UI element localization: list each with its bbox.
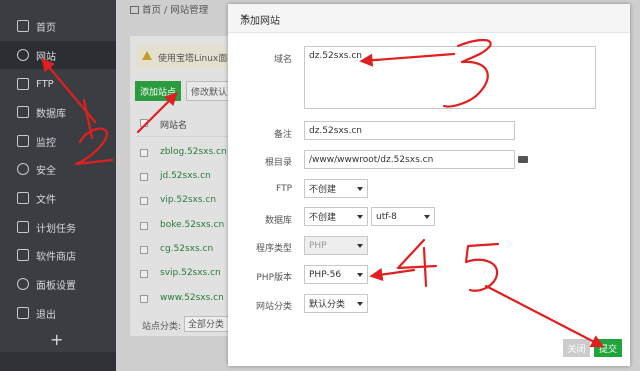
sidebar-add-button[interactable]: + bbox=[50, 330, 63, 349]
site-link[interactable]: zblog.52sxs.cn bbox=[160, 147, 227, 157]
chevron-down-icon bbox=[357, 243, 363, 248]
sidebar-item-website[interactable]: 网站 bbox=[0, 41, 116, 69]
breadcrumb: 首页 / 网站管理 bbox=[130, 2, 208, 16]
clock-icon bbox=[17, 221, 29, 233]
ftp-select[interactable]: 不创建 bbox=[304, 179, 368, 198]
row-checkbox[interactable] bbox=[140, 149, 148, 157]
sidebar-item-ftp[interactable]: FTP bbox=[0, 70, 116, 98]
chevron-down-icon bbox=[357, 214, 363, 219]
column-header-site-name[interactable]: 网站名 bbox=[160, 118, 187, 131]
row-checkbox[interactable] bbox=[140, 173, 148, 181]
row-divider bbox=[136, 136, 230, 137]
breadcrumb-separator: / bbox=[164, 5, 168, 16]
sidebar-item-label: 网站 bbox=[36, 51, 56, 63]
sidebar-item-monitor[interactable]: 监控 bbox=[0, 127, 116, 155]
category-filter-label: 站点分类: bbox=[142, 322, 182, 332]
close-button[interactable]: 关闭 bbox=[563, 339, 590, 357]
sidebar-item-cron[interactable]: 计划任务 bbox=[0, 213, 116, 241]
home-icon bbox=[17, 20, 29, 32]
chevron-down-icon bbox=[357, 301, 363, 306]
globe-icon bbox=[17, 49, 29, 61]
sidebar: 首页 网站 FTP 数据库 监控 安全 文件 计划任务 软件商店 面板设置 退出… bbox=[0, 0, 116, 371]
site-link[interactable]: jd.52sxs.cn bbox=[160, 171, 211, 181]
category-filter-select[interactable]: 全部分类 bbox=[184, 316, 230, 332]
folder-icon bbox=[17, 192, 29, 204]
sidebar-item-label: 监控 bbox=[36, 137, 56, 149]
site-link[interactable]: svip.52sxs.cn bbox=[160, 268, 221, 278]
add-site-button[interactable]: 添加站点 bbox=[135, 81, 181, 101]
charset-select-value: utf-8 bbox=[376, 211, 397, 222]
store-icon bbox=[17, 249, 29, 261]
folder-open-icon[interactable] bbox=[518, 156, 528, 163]
site-link[interactable]: cg.52sxs.cn bbox=[160, 244, 213, 254]
program-type-label: 程序类型 bbox=[255, 244, 292, 254]
database-label: 数据库 bbox=[264, 216, 292, 226]
row-checkbox[interactable] bbox=[140, 295, 148, 303]
row-checkbox[interactable] bbox=[140, 222, 148, 230]
dialog-title-bar: 添加网站 × bbox=[228, 4, 630, 33]
modify-default-page-button[interactable]: 修改默认页 bbox=[186, 81, 230, 101]
chevron-down-icon bbox=[357, 186, 363, 191]
sidebar-item-label: 首页 bbox=[36, 22, 56, 34]
sidebar-footer bbox=[0, 352, 116, 371]
sidebar-item-home[interactable]: 首页 bbox=[0, 12, 116, 40]
sidebar-item-logout[interactable]: 退出 bbox=[0, 299, 116, 327]
remark-label: 备注 bbox=[273, 130, 292, 140]
sidebar-item-label: FTP bbox=[36, 78, 54, 90]
sidebar-item-store[interactable]: 软件商店 bbox=[0, 241, 116, 269]
site-link[interactable]: vip.52sxs.cn bbox=[160, 195, 216, 205]
ftp-label: FTP bbox=[276, 184, 292, 194]
php-version-select[interactable]: PHP-56 bbox=[304, 265, 368, 284]
sidebar-item-database[interactable]: 数据库 bbox=[0, 98, 116, 126]
site-link[interactable]: boke.52sxs.cn bbox=[160, 220, 224, 230]
ftp-icon bbox=[17, 78, 29, 90]
shield-icon bbox=[17, 163, 29, 175]
sidebar-item-label: 安全 bbox=[36, 165, 56, 177]
php-version-label: PHP版本 bbox=[256, 273, 292, 283]
warning-text: 使用宝塔Linux面板创 bbox=[158, 54, 230, 64]
ftp-select-value: 不创建 bbox=[309, 185, 337, 195]
root-dir-input[interactable]: /www/wwwroot/dz.52sxs.cn bbox=[304, 150, 515, 169]
sidebar-item-files[interactable]: 文件 bbox=[0, 184, 116, 212]
logout-icon bbox=[17, 307, 29, 319]
site-link[interactable]: www.52sxs.cn bbox=[160, 293, 224, 303]
submit-button[interactable]: 提交 bbox=[594, 339, 622, 357]
row-checkbox[interactable] bbox=[140, 197, 148, 205]
breadcrumb-current: 网站管理 bbox=[170, 5, 209, 16]
database-select[interactable]: 不创建 bbox=[304, 207, 368, 226]
site-category-value: 默认分类 bbox=[309, 300, 346, 310]
select-all-checkbox[interactable] bbox=[140, 119, 148, 127]
site-category-select[interactable]: 默认分类 bbox=[304, 294, 368, 313]
domain-label: 域名 bbox=[273, 55, 292, 65]
breadcrumb-home[interactable]: 首页 bbox=[142, 5, 161, 16]
database-icon bbox=[17, 106, 29, 118]
site-category-label: 网站分类 bbox=[255, 302, 292, 312]
php-version-value: PHP-56 bbox=[309, 269, 342, 280]
settings-icon bbox=[17, 278, 29, 290]
sidebar-item-label: 退出 bbox=[36, 309, 56, 321]
database-select-value: 不创建 bbox=[309, 213, 337, 223]
root-dir-label: 根目录 bbox=[264, 158, 292, 168]
sidebar-item-security[interactable]: 安全 bbox=[0, 155, 116, 183]
close-icon[interactable]: × bbox=[240, 12, 248, 23]
home-icon bbox=[130, 6, 139, 14]
sidebar-item-label: 计划任务 bbox=[36, 223, 76, 235]
chevron-down-icon bbox=[357, 272, 363, 277]
table-header: 网站名 bbox=[136, 110, 230, 136]
row-checkbox[interactable] bbox=[140, 246, 148, 254]
remark-input[interactable]: dz.52sxs.cn bbox=[304, 121, 515, 140]
warning-icon bbox=[142, 51, 152, 60]
sidebar-item-label: 软件商店 bbox=[36, 251, 76, 263]
chevron-down-icon bbox=[424, 214, 430, 219]
domain-textarea[interactable]: dz.52sxs.cn bbox=[304, 46, 596, 109]
sidebar-item-settings[interactable]: 面板设置 bbox=[0, 270, 116, 298]
charset-select[interactable]: utf-8 bbox=[371, 207, 435, 226]
sidebar-item-label: 数据库 bbox=[36, 108, 66, 120]
monitor-icon bbox=[17, 135, 29, 147]
program-type-value: PHP bbox=[309, 240, 327, 251]
row-checkbox[interactable] bbox=[140, 270, 148, 278]
sidebar-item-label: 文件 bbox=[36, 194, 56, 206]
sidebar-item-label: 面板设置 bbox=[36, 280, 76, 292]
program-type-select: PHP bbox=[304, 236, 368, 255]
